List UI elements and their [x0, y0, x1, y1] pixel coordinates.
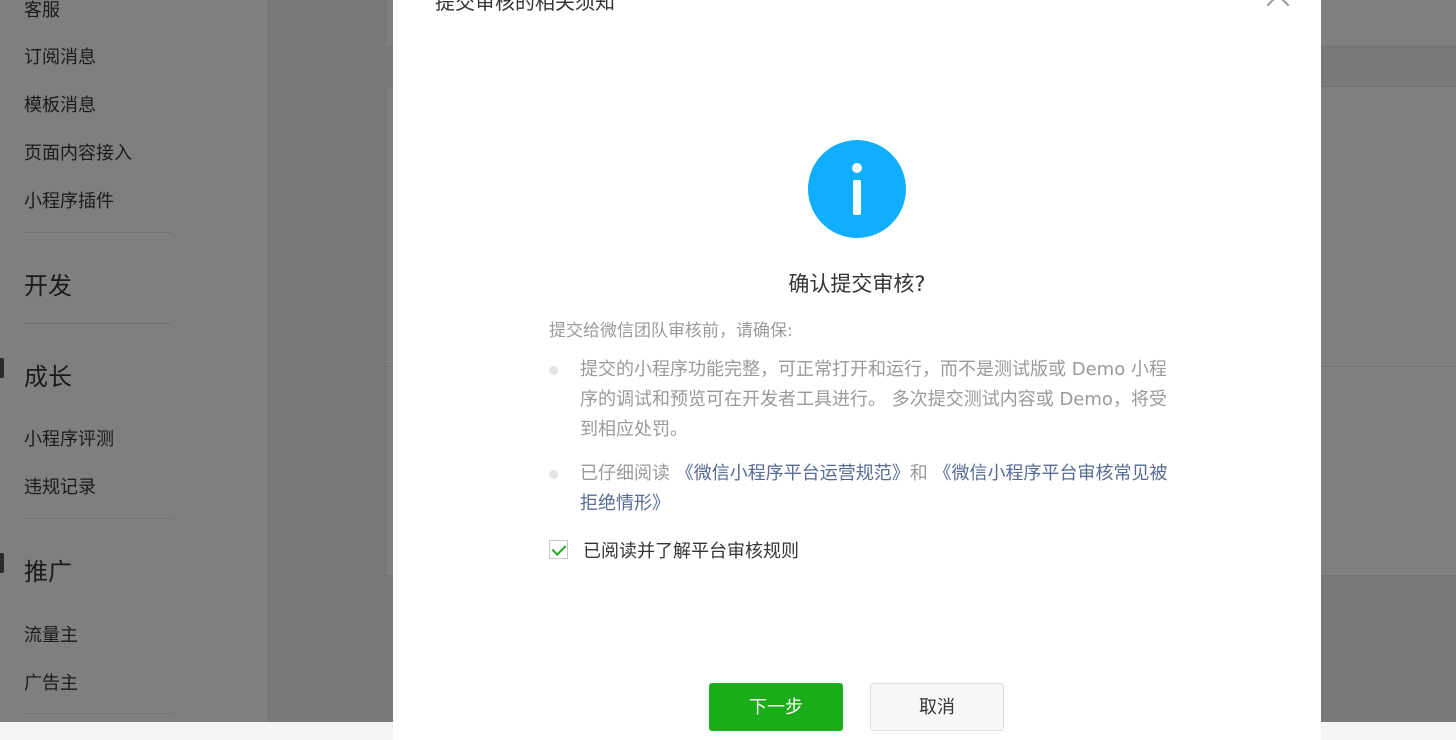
intro-text: 提交给微信团队审核前，请确保:: [549, 321, 793, 341]
operation-rules-link[interactable]: 《微信小程序平台运营规范》: [676, 463, 910, 484]
next-step-button[interactable]: 下一步: [709, 683, 843, 731]
bullet-dot: [549, 366, 558, 375]
bullet-middle: 和: [909, 463, 934, 484]
agree-checkbox-label[interactable]: 已阅读并了解平台审核规则: [583, 537, 799, 563]
submit-review-dialog: 提交审核的相关须知 确认提交审核? 提交给微信团队审核前，请确保: 提交的小程序…: [393, 0, 1321, 740]
agree-checkbox[interactable]: [549, 540, 568, 559]
confirm-title: 确认提交审核?: [788, 272, 926, 296]
info-icon: [808, 140, 906, 238]
bullet-item-completeness: 提交的小程序功能完整，可正常打开和运行，而不是测试版或 Demo 小程序的调试和…: [580, 359, 1167, 440]
cancel-button[interactable]: 取消: [870, 683, 1004, 731]
dialog-title: 提交审核的相关须知: [435, 0, 615, 14]
bullet-dot: [549, 470, 558, 479]
check-icon: [551, 541, 567, 556]
bullet-item-read-rules: 已仔细阅读 《微信小程序平台运营规范》和 《微信小程序平台审核常见被拒绝情形》: [580, 459, 1170, 519]
bullet-prefix: 已仔细阅读: [580, 463, 676, 484]
close-icon[interactable]: [1263, 0, 1293, 10]
